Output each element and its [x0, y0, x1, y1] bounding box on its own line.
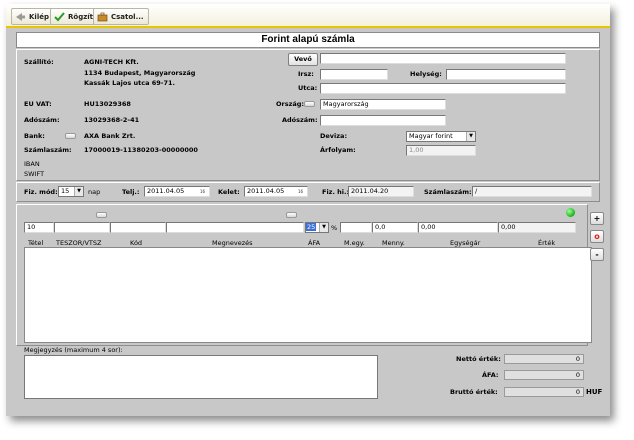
- column-header[interactable]: Megnevezés: [212, 239, 253, 247]
- payment-method-label: Fiz. mód:: [24, 188, 58, 196]
- invoice-number-label: Számlaszám:: [424, 188, 472, 196]
- column-header[interactable]: M.egy.: [344, 239, 365, 247]
- unit-price-input[interactable]: 0,00: [418, 222, 498, 233]
- net-value-label: Nettó érték:: [456, 355, 501, 363]
- rate-label: Árfolyam:: [320, 146, 356, 154]
- city-label: Helység:: [410, 70, 442, 78]
- invoice-window: Kilép Rögzít Csatol... Forint alapú szám…: [6, 4, 610, 416]
- chevron-down-icon: ▼: [466, 132, 475, 141]
- column-header[interactable]: Kód: [130, 239, 142, 247]
- vat-total-value: 0: [504, 370, 584, 380]
- supplier-label: Szállító:: [24, 58, 54, 66]
- invoice-number-input[interactable]: /: [472, 186, 592, 197]
- zip-input[interactable]: [320, 69, 388, 80]
- vat-percent: %: [331, 224, 338, 232]
- country-label: Ország:: [276, 100, 305, 108]
- street-input[interactable]: [320, 83, 566, 94]
- country-select-button[interactable]: [304, 101, 315, 107]
- checkmark-icon: [54, 11, 65, 22]
- buyer-tax-input[interactable]: [320, 115, 446, 126]
- buyer-button[interactable]: Vevő: [288, 53, 318, 66]
- back-arrow-icon: [15, 12, 26, 22]
- currency-code: HUF: [586, 388, 603, 396]
- bank-label: Bank:: [24, 132, 45, 140]
- iban-label: IBAN: [24, 160, 40, 168]
- column-header[interactable]: ÁFA: [308, 239, 320, 247]
- code-input[interactable]: [110, 222, 166, 233]
- currency-select[interactable]: Magyar forint ▼: [406, 131, 476, 142]
- gross-value-label: Bruttó érték:: [450, 388, 498, 396]
- status-indicator-icon: [566, 208, 575, 217]
- teszor-select-button[interactable]: [96, 212, 107, 218]
- account-label: Számlaszám:: [24, 146, 72, 154]
- calendar-icon[interactable]: 16: [198, 187, 207, 196]
- toolbar: Kilép Rögzít Csatol...: [6, 4, 610, 28]
- column-header[interactable]: TESZOR/VTSZ: [56, 239, 101, 247]
- account-value: 17000019-11380203-00000000: [84, 146, 198, 154]
- payment-days-value: 15: [61, 187, 70, 195]
- supplier-name: AGNI-TECH Kft.: [84, 58, 139, 66]
- currency-value: Magyar forint: [409, 132, 453, 140]
- bank-value: AXA Bank Zrt.: [84, 132, 136, 140]
- performance-date-value: 2011.04.05: [147, 187, 185, 195]
- vat-total-label: ÁFA:: [482, 371, 499, 379]
- issue-date-value: 2011.04.05: [247, 187, 285, 195]
- street-label: Utca:: [298, 84, 318, 92]
- swift-label: SWIFT: [24, 170, 45, 178]
- supplier-tax-label: Adószám:: [24, 116, 60, 124]
- description-input[interactable]: [166, 222, 304, 233]
- product-select-button[interactable]: [286, 212, 297, 218]
- vat-select[interactable]: 25 ▼: [305, 222, 329, 233]
- chevron-down-icon: ▼: [319, 223, 328, 232]
- column-header[interactable]: Egységár: [450, 239, 480, 247]
- save-label: Rögzít: [68, 12, 94, 21]
- supplier-address1: 1134 Budapest, Magyarország: [84, 69, 196, 77]
- add-row-button[interactable]: +: [590, 212, 604, 225]
- country-input[interactable]: Magyarország: [320, 99, 446, 110]
- notes-textarea[interactable]: [24, 355, 378, 399]
- zip-label: Irsz:: [298, 70, 314, 78]
- payment-days-unit: nap: [88, 188, 101, 196]
- unit-input[interactable]: [340, 222, 372, 233]
- exit-label: Kilép: [29, 12, 49, 21]
- eu-vat-label: EU VAT:: [24, 100, 52, 108]
- supplier-tax-value: 13029368-2-41: [84, 116, 140, 124]
- page-title: Forint alapú számla: [16, 32, 600, 48]
- item-number-input[interactable]: 10: [24, 222, 54, 233]
- gross-value: 0: [504, 387, 584, 397]
- value-input[interactable]: 0,00: [498, 222, 576, 233]
- attach-button[interactable]: Csatol...: [93, 8, 149, 25]
- briefcase-icon: [97, 12, 108, 22]
- column-header[interactable]: Érték: [538, 239, 555, 247]
- items-table[interactable]: [24, 247, 592, 343]
- remove-row-button[interactable]: -: [590, 248, 604, 261]
- rate-input[interactable]: 1,00: [406, 145, 476, 156]
- calendar-icon[interactable]: 16: [296, 187, 305, 196]
- exit-button[interactable]: Kilép: [11, 8, 54, 25]
- performance-date-label: Telj.:: [122, 188, 140, 196]
- currency-label: Deviza:: [320, 132, 348, 140]
- chevron-down-icon: ▼: [74, 187, 83, 196]
- due-date-label: Fiz. hi.:: [322, 188, 350, 196]
- vat-value: 25: [306, 223, 317, 231]
- teszor-input[interactable]: [54, 222, 110, 233]
- save-button[interactable]: Rögzít: [50, 8, 99, 25]
- issue-date-label: Kelet:: [218, 188, 240, 196]
- column-header[interactable]: Tétel: [28, 239, 43, 247]
- buyer-tax-label: Adószám:: [282, 116, 318, 124]
- eu-vat-value: HU13029368: [84, 100, 131, 108]
- payment-days-select[interactable]: 15 ▼: [58, 186, 84, 197]
- column-header[interactable]: Menny.: [382, 239, 405, 247]
- supplier-address2: Kassák Lajos utca 69-71.: [84, 79, 175, 87]
- bank-select-button[interactable]: [65, 133, 76, 139]
- quantity-input[interactable]: 0,0: [372, 222, 418, 233]
- city-input[interactable]: [446, 69, 566, 80]
- net-value: 0: [504, 354, 584, 364]
- due-date-input[interactable]: 2011.04.20: [348, 186, 414, 197]
- edit-row-button[interactable]: o: [590, 230, 604, 243]
- buyer-name-input[interactable]: [320, 53, 566, 64]
- attach-label: Csatol...: [111, 12, 144, 21]
- notes-label: Megjegyzés (maximum 4 sor):: [24, 346, 123, 354]
